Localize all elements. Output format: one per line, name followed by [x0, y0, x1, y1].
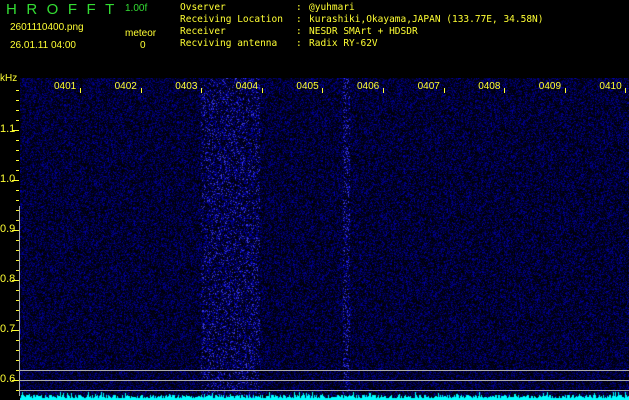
time-label: 0402	[114, 81, 137, 92]
info-label: Receiving Location	[180, 14, 283, 25]
y-tick	[12, 230, 19, 231]
y-tick	[12, 180, 19, 181]
info-separator: :	[296, 2, 302, 13]
spectrogram	[20, 78, 629, 400]
time-label: 0406	[357, 81, 380, 92]
y-label: 0.8	[0, 273, 16, 285]
time-label: 0410	[599, 81, 622, 92]
y-tick	[16, 210, 19, 211]
time-tick	[504, 88, 506, 93]
y-tick	[12, 380, 19, 381]
y-label: 0.7	[0, 323, 16, 335]
y-tick	[12, 130, 19, 131]
y-tick	[12, 280, 19, 281]
reference-line	[20, 370, 629, 371]
y-tick	[16, 160, 19, 161]
time-tick	[383, 88, 384, 93]
info-value: kurashiki,Okayama,JAPAN (133.77E, 34.58N…	[309, 14, 544, 25]
y-tick	[16, 350, 19, 351]
reference-line	[20, 390, 629, 391]
time-label: 0409	[538, 81, 562, 92]
app-title: HROFFT	[6, 1, 124, 18]
y-tick	[16, 340, 19, 341]
y-tick	[16, 270, 19, 271]
y-tick	[16, 250, 19, 251]
time-tick	[201, 88, 203, 93]
y-unit: kHz	[0, 73, 18, 84]
time-label: 0405	[296, 81, 319, 92]
info-value: @yuhmari	[309, 2, 355, 13]
y-tick	[16, 320, 19, 321]
time-tick	[80, 88, 81, 93]
meteor-count: 0	[140, 40, 146, 51]
info-value: NESDR SMArt + HDSDR	[309, 26, 418, 37]
y-tick	[16, 110, 19, 111]
y-tick	[16, 220, 19, 221]
y-tick	[16, 200, 19, 201]
y-tick	[16, 360, 19, 361]
time-tick	[564, 88, 566, 93]
time-label: 0408	[478, 81, 501, 92]
reference-line	[20, 380, 629, 381]
y-label: 1.0	[0, 173, 16, 185]
y-tick	[16, 300, 19, 301]
y-tick	[16, 260, 19, 261]
y-label: 0.9	[0, 223, 16, 235]
y-tick	[12, 330, 19, 331]
time-tick	[443, 88, 445, 93]
info-label: Ovserver	[180, 2, 226, 13]
y-tick	[16, 190, 19, 191]
time-tick	[261, 88, 263, 93]
time-label: 0407	[417, 81, 440, 92]
datetime: 26.01.11 04:00	[10, 40, 76, 51]
time-tick	[625, 88, 627, 93]
signal-level-bar	[19, 206, 20, 396]
info-value: Radix RY-62V	[309, 38, 378, 49]
time-label: 0404	[235, 81, 259, 92]
info-label: Recviving antenna	[180, 38, 278, 49]
info-label: Receiver	[180, 26, 226, 37]
filename: 2601110400.png	[10, 22, 84, 33]
y-tick	[16, 240, 19, 241]
info-separator: :	[296, 38, 302, 49]
y-tick	[16, 120, 19, 121]
y-tick	[16, 370, 19, 371]
y-tick	[16, 90, 19, 91]
y-tick	[16, 140, 19, 141]
y-tick	[16, 170, 19, 171]
info-separator: :	[296, 26, 302, 37]
y-tick	[16, 290, 19, 291]
y-tick	[16, 390, 19, 391]
y-label: 0.6	[0, 373, 16, 385]
y-tick	[16, 310, 19, 311]
y-tick	[16, 100, 19, 101]
version: 1.00f	[125, 3, 148, 14]
info-separator: :	[296, 14, 302, 25]
meteor-label: meteor	[125, 28, 157, 39]
time-label: 0403	[175, 81, 198, 92]
y-tick	[16, 150, 19, 151]
time-tick	[140, 88, 142, 93]
time-label: 0401	[54, 81, 77, 92]
y-label: 1.1	[0, 123, 16, 135]
time-tick	[322, 88, 324, 93]
